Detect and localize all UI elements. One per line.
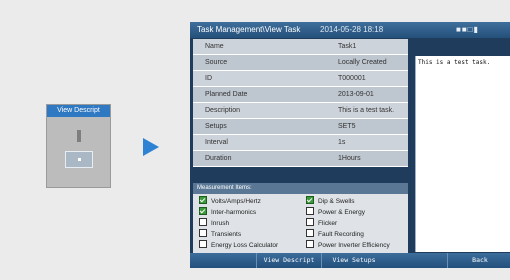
datetime: 2014-05-28 18:18 (320, 25, 384, 34)
property-label: Setups (205, 123, 227, 130)
view-descript-key-illustration: View Descript (46, 104, 111, 188)
checkbox-unchecked-icon[interactable] (199, 229, 207, 238)
checkbox-checked-icon[interactable] (306, 196, 314, 205)
property-value: Task1 (338, 43, 357, 50)
measurement-item-dip-swells[interactable]: Dip & Swells (306, 196, 355, 206)
property-row-id: ID T000001 (193, 71, 408, 87)
view-descript-button[interactable]: View Descript (256, 253, 321, 268)
key-dot-icon (78, 158, 81, 161)
status-icons: ■■□▮ (456, 25, 479, 34)
property-value: 2013-09-01 (338, 91, 374, 98)
property-row-setups: Setups SET5 (193, 119, 408, 135)
measurement-item-label: Power & Energy (318, 209, 365, 216)
description-panel: This is a test task. (415, 56, 510, 252)
measurement-item-power-energy[interactable]: Power & Energy (306, 207, 365, 217)
property-row-interval: Interval 1s (193, 135, 408, 151)
property-value: This is a test task. (338, 107, 395, 114)
window-title: Task Management\View Task (197, 25, 301, 34)
property-row-name: Name Task1 (193, 39, 408, 55)
mini-key-label: View Descript (47, 105, 110, 117)
property-value: 1Hours (338, 155, 361, 162)
measurement-item-label: Volts/Amps/Hertz (211, 198, 261, 205)
property-value: T000001 (338, 75, 366, 82)
property-label: ID (205, 75, 212, 82)
measurement-item-label: Flicker (318, 220, 338, 227)
title-bar: Task Management\View Task 2014-05-28 18:… (190, 22, 510, 38)
property-row-planned-date: Planned Date 2013-09-01 (193, 87, 408, 103)
measurement-item-inrush[interactable]: Inrush (199, 218, 230, 228)
property-label: Source (205, 59, 228, 66)
property-row-source: Source Locally Created (193, 55, 408, 71)
view-setups-button[interactable]: View Setups (321, 253, 386, 268)
checkbox-checked-icon[interactable] (199, 207, 207, 216)
softkey-bar: View Descript View Setups Back (190, 253, 510, 268)
property-row-duration: Duration 1Hours (193, 151, 408, 167)
property-value: Locally Created (338, 59, 387, 66)
measurement-item-label: Dip & Swells (318, 198, 355, 205)
key-slot-icon (77, 130, 81, 142)
property-label: Name (205, 43, 224, 50)
measurement-item-label: Power Inverter Efficiency (318, 242, 390, 249)
measurement-item-energy-loss-calculator[interactable]: Energy Loss Calculator (199, 240, 279, 250)
property-label: Description (205, 107, 241, 114)
measurement-item-label: Energy Loss Calculator (211, 242, 279, 249)
checkbox-unchecked-icon[interactable] (306, 207, 314, 216)
measurement-item-inter-harmonics[interactable]: Inter-harmonics (199, 207, 257, 217)
back-button[interactable]: Back (447, 253, 510, 268)
property-label: Planned Date (205, 91, 248, 98)
measurement-item-label: Inrush (211, 220, 230, 227)
measurement-item-power-inverter-efficiency[interactable]: Power Inverter Efficiency (306, 240, 390, 250)
task-properties: Name Task1 Source Locally Created ID T00000… (193, 39, 408, 167)
measurement-item-flicker[interactable]: Flicker (306, 218, 338, 228)
property-label: Duration (205, 155, 232, 162)
checkbox-unchecked-icon[interactable] (199, 218, 207, 227)
measurement-item-label: Inter-harmonics (211, 209, 257, 216)
property-value: 1s (338, 139, 346, 146)
measurement-item-transients[interactable]: Transients (199, 229, 242, 239)
measurement-items-list: Volts/Amps/Hertz Dip & Swells Inter-harm… (193, 194, 408, 253)
measurement-item-volts-amps-hertz[interactable]: Volts/Amps/Hertz (199, 196, 261, 206)
property-row-description: Description This is a test task. (193, 103, 408, 119)
measurement-items-header: Measurement Items: (193, 183, 408, 194)
property-label: Interval (205, 139, 228, 146)
measurement-item-label: Fault Recording (318, 231, 364, 238)
measurement-item-fault-recording[interactable]: Fault Recording (306, 229, 364, 239)
right-arrow-icon (143, 138, 159, 156)
measurement-item-label: Transients (211, 231, 242, 238)
checkbox-unchecked-icon[interactable] (199, 240, 207, 249)
checkbox-checked-icon[interactable] (199, 196, 207, 205)
checkbox-unchecked-icon[interactable] (306, 240, 314, 249)
physical-key-icon (65, 151, 93, 168)
checkbox-unchecked-icon[interactable] (306, 218, 314, 227)
device-screen: Task Management\View Task 2014-05-28 18:… (190, 22, 510, 268)
property-value: SET5 (338, 123, 356, 130)
checkbox-unchecked-icon[interactable] (306, 229, 314, 238)
